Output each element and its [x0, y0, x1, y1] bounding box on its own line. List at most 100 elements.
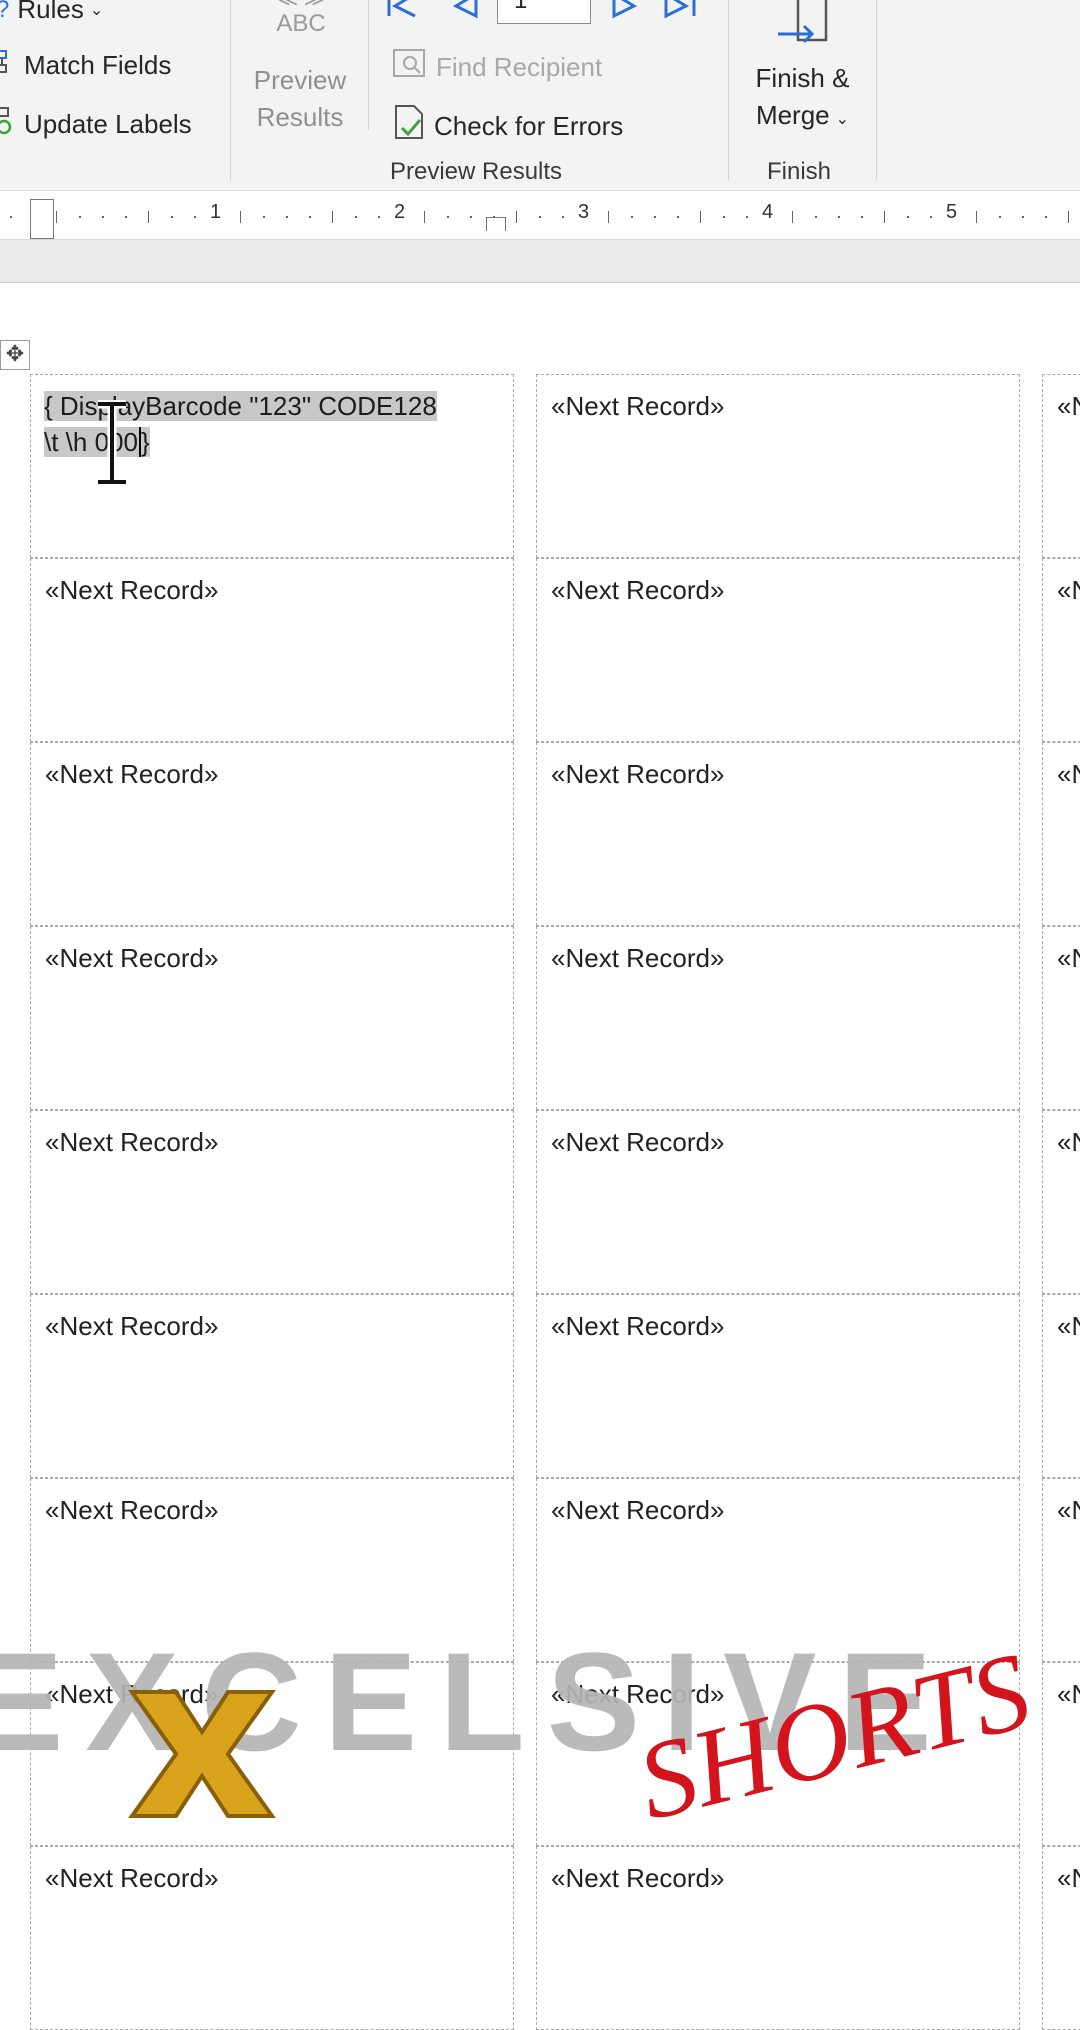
ruler-tick	[999, 216, 1001, 218]
first-record-button[interactable]	[385, 0, 421, 24]
abc-preview-icon: ≪ ≫ ABC	[276, 0, 326, 37]
previous-record-icon	[452, 0, 478, 19]
next-record-field: «Next Record»	[551, 575, 725, 605]
next-record-field: «Next Record»	[45, 575, 219, 605]
next-record-button[interactable]	[610, 0, 640, 24]
indent-marker-icon[interactable]	[30, 199, 54, 239]
label-cell[interactable]: «Next Record»	[30, 558, 514, 742]
next-record-field: «N	[1057, 1679, 1080, 1709]
ruler-tick	[631, 216, 633, 218]
next-record-field: «N	[1057, 1863, 1080, 1893]
ruler-tick	[355, 216, 357, 218]
label-cell[interactable]: «Next Record»	[536, 742, 1020, 926]
label-cell[interactable]: «Next Record»	[30, 742, 514, 926]
label-cell[interactable]: «Next Record»	[536, 558, 1020, 742]
label-cell[interactable]: «Next Record»	[536, 926, 1020, 1110]
update-labels-icon	[0, 106, 16, 143]
next-record-field: «Next Record»	[45, 1495, 219, 1525]
ruler-tick	[194, 216, 196, 218]
check-errors-icon	[392, 104, 426, 149]
ruler-tick	[654, 216, 656, 218]
ribbon-separator	[728, 0, 729, 180]
label-cell[interactable]: «N	[1042, 1294, 1080, 1478]
ruler-tick	[447, 216, 449, 218]
label-cell[interactable]: «N	[1042, 1662, 1080, 1846]
preview-results-group-label: Preview Results	[390, 158, 563, 185]
find-recipient-button[interactable]: Find Recipient	[392, 48, 602, 87]
label-cell[interactable]: «Next Record»	[536, 1478, 1020, 1662]
ruler-tick	[976, 211, 977, 223]
next-record-field: «Next Record»	[551, 943, 725, 973]
ruler-number: 4	[762, 201, 774, 223]
tab-stop-marker[interactable]	[486, 217, 506, 231]
chevron-down-icon: ⌄	[835, 111, 850, 128]
ruler-tick	[148, 211, 149, 223]
ribbon-separator	[876, 0, 877, 180]
finish-merge-icon	[768, 0, 838, 61]
last-record-button[interactable]	[662, 0, 700, 24]
match-fields-icon	[0, 48, 16, 83]
next-record-field: «Next Record»	[45, 1311, 219, 1341]
label-cell[interactable]: «N	[1042, 1478, 1080, 1662]
move-icon: ✥	[5, 341, 25, 366]
preview-results-button[interactable]: ≪ ≫ ABC Preview Results	[245, 0, 355, 135]
label-cell[interactable]: «N	[1042, 1846, 1080, 2030]
next-record-field: «Next Record»	[551, 1495, 725, 1525]
ruler-tick	[792, 211, 793, 223]
horizontal-ruler[interactable]: 1 2 3 4 5	[0, 195, 1080, 240]
label-cell[interactable]: «Next Record»	[30, 926, 514, 1110]
ruler-tick	[746, 216, 748, 218]
label-cell[interactable]: «Next Record»	[30, 1110, 514, 1294]
ruler-tick	[263, 216, 265, 218]
rules-button[interactable]: ? Rules ⌄	[0, 0, 103, 25]
ruler-number: 3	[578, 201, 590, 223]
record-number-input[interactable]: 1	[497, 0, 591, 24]
label-cell[interactable]: «N	[1042, 1110, 1080, 1294]
ruler-tick	[1045, 216, 1047, 218]
previous-record-button[interactable]	[450, 0, 480, 24]
ribbon: ? Rules ⌄ Match Fields Update Labels ≪ ≫…	[0, 0, 1080, 191]
match-fields-button[interactable]: Match Fields	[0, 48, 171, 83]
check-for-errors-button[interactable]: Check for Errors	[392, 104, 623, 149]
finish-merge-button[interactable]: Finish & Merge ⌄	[740, 0, 865, 140]
label-cell[interactable]: «Next Record»	[30, 1294, 514, 1478]
label-cell[interactable]: «Next Record»	[536, 1662, 1020, 1846]
next-record-field: «N	[1057, 943, 1080, 973]
ruler-tick	[861, 216, 863, 218]
label-cell[interactable]: «Next Record»	[536, 1846, 1020, 2030]
label-cell[interactable]: «Next Record»	[30, 1846, 514, 2030]
label-cell[interactable]: «Next Record»	[536, 374, 1020, 558]
ruler-tick	[171, 216, 173, 218]
label-cell[interactable]: «N	[1042, 926, 1080, 1110]
rules-icon: ?	[0, 0, 9, 24]
update-labels-button[interactable]: Update Labels	[0, 106, 192, 143]
ruler-tick	[723, 216, 725, 218]
label-cell[interactable]: «N	[1042, 558, 1080, 742]
ruler-tick	[102, 216, 104, 218]
ruler-tick	[815, 216, 817, 218]
label-cell[interactable]: «Next Record»	[30, 1478, 514, 1662]
first-record-icon	[387, 0, 416, 18]
ruler-tick	[79, 216, 81, 218]
next-record-field: «Next Record»	[45, 943, 219, 973]
ruler-number: 1	[210, 201, 222, 223]
ruler-tick	[309, 216, 311, 218]
text-cursor-icon	[98, 400, 126, 487]
ruler-tick	[125, 216, 127, 218]
ruler-tick	[930, 216, 932, 218]
label-cell[interactable]: «Next Record»	[30, 1662, 514, 1846]
ruler-tick	[424, 211, 425, 223]
ruler-tick	[884, 211, 885, 223]
table-move-handle[interactable]: ✥	[0, 340, 30, 370]
label-cell[interactable]: «Next Record»	[536, 1294, 1020, 1478]
label-cell[interactable]: «Next Record»	[536, 1110, 1020, 1294]
label-cell[interactable]: «N	[1042, 742, 1080, 926]
ruler-tick	[56, 211, 57, 223]
label-cell[interactable]: «N	[1042, 374, 1080, 558]
ruler-tick	[539, 216, 541, 218]
next-record-field: «N	[1057, 759, 1080, 789]
ruler-tick	[907, 216, 909, 218]
ruler-tick	[838, 216, 840, 218]
next-record-field: «Next Record»	[45, 1127, 219, 1157]
finish-group-label: Finish	[767, 158, 832, 185]
